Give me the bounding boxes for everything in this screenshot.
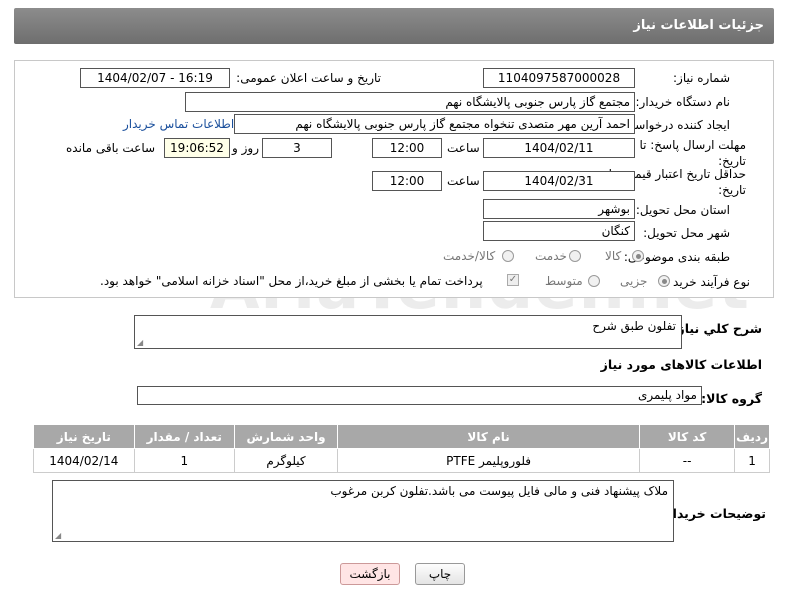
col-quantity: تعداد / مقدار [133, 424, 235, 449]
description-textarea[interactable]: تفلون طبق شرح ◢ [134, 315, 682, 349]
goods-group-field: مواد پلیمری [137, 386, 702, 405]
buyer-notes-text: ملاک پیشنهاد فنی و مالی فایل پیوست می با… [330, 484, 668, 498]
validity-date-field: 1404/02/31 [483, 171, 635, 191]
resize-handle-icon: ◢ [55, 531, 62, 540]
cell-row-number: 1 [734, 448, 770, 473]
page-title: جزئیات اطلاعات نیاز [633, 18, 764, 33]
col-row-number: ردیف [734, 424, 770, 449]
col-item-code: کد کالا [639, 424, 736, 449]
category-radio-both[interactable] [502, 250, 514, 262]
process-option-minor: جزیی [620, 274, 648, 288]
reply-deadline-label: مهلت ارسال پاسخ: تا تاریخ: [639, 138, 746, 168]
buyer-notes-label: توضیحات خریدار: [660, 506, 766, 521]
days-label: روز و [232, 141, 259, 155]
goods-table-header: ردیف کد کالا نام کالا واحد شمارش تعداد /… [33, 424, 770, 449]
buyer-org-field: مجتمع گاز پارس جنوبی پالایشگاه نهم [185, 92, 635, 112]
col-need-date: تاریخ نیاز [33, 424, 135, 449]
page-header: جزئیات اطلاعات نیاز [14, 8, 774, 44]
buyer-contact-link[interactable]: اطلاعات تماس خریدار [123, 117, 234, 131]
requester-field: احمد آرین مهر متصدی تنخواه مجتمع گاز پار… [234, 114, 635, 134]
validity-time-field: 12:00 [372, 171, 442, 191]
category-option-goods: کالا [605, 249, 622, 263]
cell-need-date: 1404/02/14 [33, 448, 135, 473]
days-field: 3 [262, 138, 332, 158]
col-unit: واحد شمارش [233, 424, 339, 449]
reply-time-field: 12:00 [372, 138, 442, 158]
city-label: شهر محل تحویل: [643, 226, 730, 240]
process-radio-minor[interactable] [658, 275, 670, 287]
buyer-notes-textarea[interactable]: ملاک پیشنهاد فنی و مالی فایل پیوست می با… [52, 480, 674, 542]
reply-time-label: ساعت [447, 141, 480, 155]
city-field: کنگان [483, 221, 635, 241]
process-radio-medium[interactable] [588, 275, 600, 287]
cell-unit: کیلوگرم [233, 448, 339, 473]
validity-time-label: ساعت [447, 174, 480, 188]
payment-checkbox[interactable]: ✓ [507, 274, 519, 286]
col-item-name: نام کالا [337, 424, 641, 449]
province-label: استان محل تحویل: [635, 203, 730, 217]
need-number-label: شماره نیاز: [673, 71, 730, 85]
cell-quantity: 1 [133, 448, 235, 473]
goods-group-label: گروه کالا: [701, 391, 762, 406]
category-option-service: خدمت [535, 249, 567, 263]
description-text: تفلون طبق شرح [592, 319, 676, 333]
payment-note: پرداخت تمام یا بخشی از مبلغ خرید،از محل … [100, 274, 483, 288]
cell-item-code: -- [639, 448, 736, 473]
goods-section-title: اطلاعات کالاهای مورد نیاز [600, 357, 762, 372]
need-number-field: 1104097587000028 [483, 68, 635, 88]
remaining-time-field: 19:06:52 [164, 138, 230, 158]
category-option-both: کالا/خدمت [443, 249, 496, 263]
cell-item-name: فلوروپلیمر PTFE [337, 448, 641, 473]
announce-label: تاریخ و ساعت اعلان عمومی: [236, 71, 381, 85]
announce-field: 1404/02/07 - 16:19 [80, 68, 230, 88]
process-label: نوع فرآیند خرید : [665, 275, 750, 289]
buyer-org-label: نام دستگاه خریدار: [635, 95, 731, 109]
remaining-time-label: ساعت باقی مانده [66, 141, 156, 155]
description-label: شرح كلي نياز: [672, 321, 762, 336]
resize-handle-icon: ◢ [137, 338, 144, 347]
province-field: بوشهر [483, 199, 635, 219]
print-button[interactable]: چاپ [415, 563, 465, 585]
requester-label: ایجاد کننده درخواست: [619, 118, 730, 132]
goods-table: ردیف کد کالا نام کالا واحد شمارش تعداد /… [33, 424, 770, 473]
reply-date-field: 1404/02/11 [483, 138, 635, 158]
table-row: 1 -- فلوروپلیمر PTFE کیلوگرم 1 1404/02/1… [33, 448, 770, 473]
process-option-medium: متوسط [545, 274, 583, 288]
back-button[interactable]: بازگشت [340, 563, 400, 585]
category-radio-goods[interactable] [632, 250, 644, 262]
category-radio-service[interactable] [569, 250, 581, 262]
